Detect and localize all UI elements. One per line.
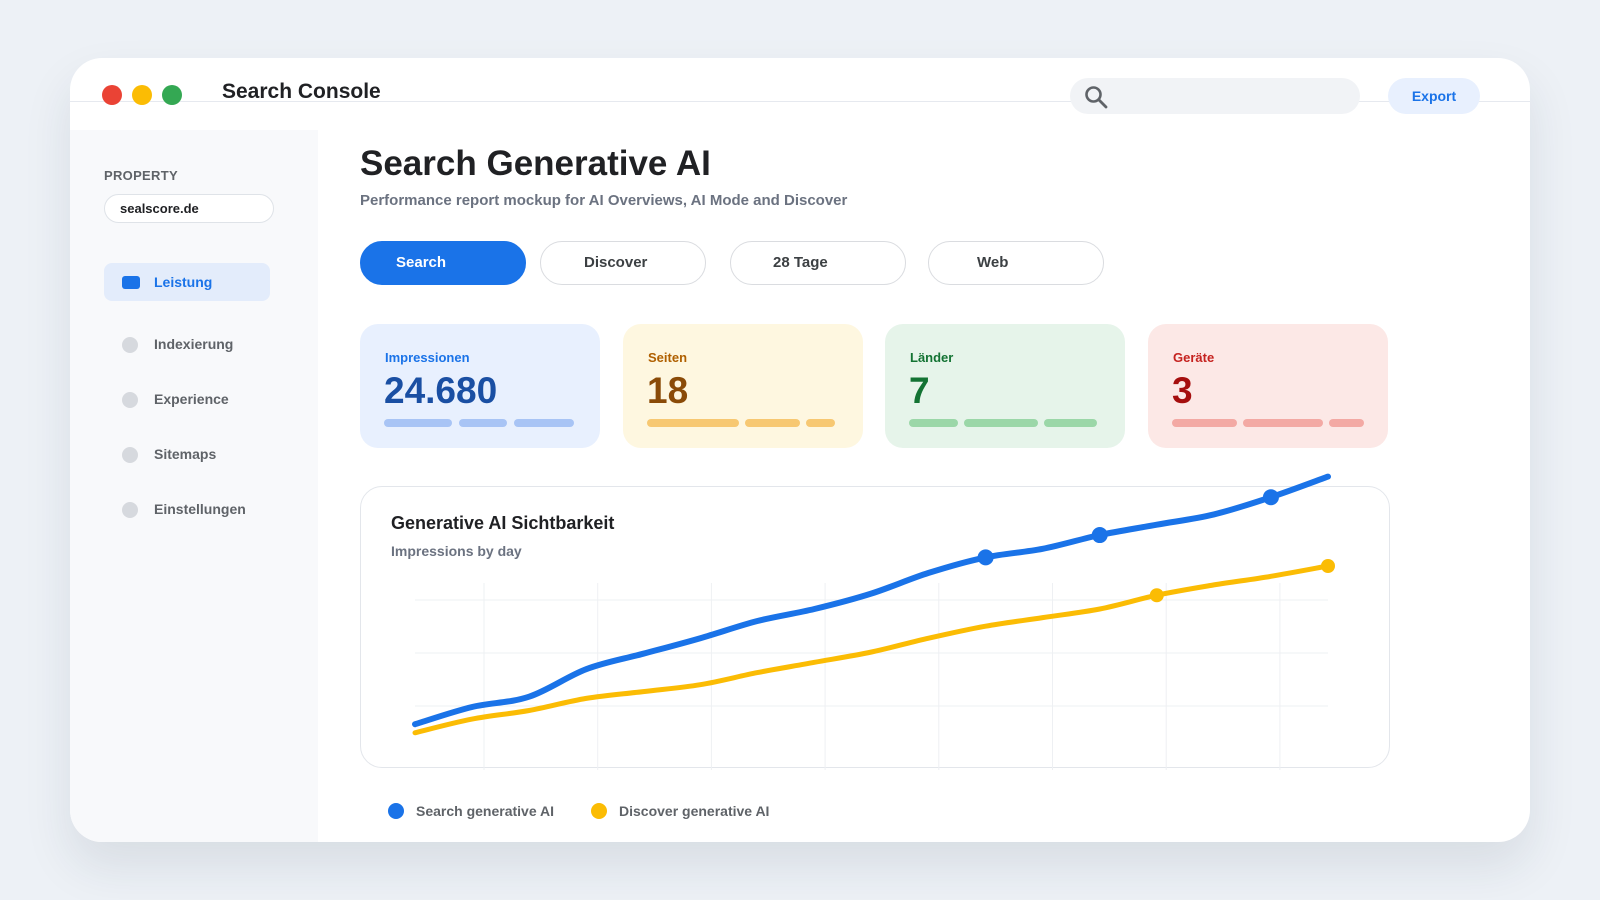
- app-window: Search Console Export PROPERTY sealscore…: [70, 58, 1530, 842]
- legend-label: Search generative AI: [416, 803, 554, 819]
- sidebar-item-label: Experience: [154, 391, 229, 407]
- sidebar-item-label: Leistung: [154, 274, 213, 290]
- dot-icon: [122, 502, 138, 518]
- data-point-search[interactable]: [1091, 527, 1108, 544]
- search-icon: [1085, 86, 1108, 109]
- dot-icon: [122, 392, 138, 408]
- performance-icon: [122, 276, 140, 289]
- sidebar-item-label: Indexierung: [154, 336, 234, 352]
- dot-icon: [122, 447, 138, 463]
- search-box[interactable]: [1070, 78, 1360, 114]
- search-input[interactable]: [1118, 78, 1348, 114]
- sidebar-item-label: Sitemaps: [154, 446, 217, 462]
- sidebar: PROPERTY sealscore.de Leistung Indexieru…: [70, 130, 318, 842]
- sidebar-item-einstellungen[interactable]: Einstellungen: [104, 490, 270, 528]
- sidebar-item-label: Einstellungen: [154, 501, 246, 517]
- export-button[interactable]: Export: [1388, 78, 1480, 114]
- line-chart: [412, 473, 1335, 770]
- legend-dot: [591, 803, 607, 819]
- property-label: PROPERTY: [104, 168, 178, 183]
- close-window-dot[interactable]: [102, 85, 122, 105]
- legend-dot: [388, 803, 404, 819]
- data-point-discover[interactable]: [1149, 588, 1164, 603]
- title-bar: Search Console Export: [70, 58, 1530, 130]
- sidebar-item-leistung[interactable]: Leistung: [104, 263, 270, 301]
- legend-label: Discover generative AI: [619, 803, 770, 819]
- sidebar-item-experience[interactable]: Experience: [104, 380, 270, 418]
- app-title: Search Console: [222, 80, 381, 103]
- dot-icon: [122, 337, 138, 353]
- maximize-window-dot[interactable]: [162, 85, 182, 105]
- data-point-search[interactable]: [1262, 489, 1279, 506]
- minimize-window-dot[interactable]: [132, 85, 152, 105]
- data-point-search[interactable]: [977, 549, 994, 566]
- data-point-discover[interactable]: [1321, 559, 1335, 573]
- main-content: Search Generative AI Performance report …: [318, 130, 1530, 842]
- sidebar-item-indexierung[interactable]: Indexierung: [104, 325, 270, 363]
- property-selector[interactable]: sealscore.de: [104, 194, 274, 223]
- sidebar-item-sitemaps[interactable]: Sitemaps: [104, 435, 270, 473]
